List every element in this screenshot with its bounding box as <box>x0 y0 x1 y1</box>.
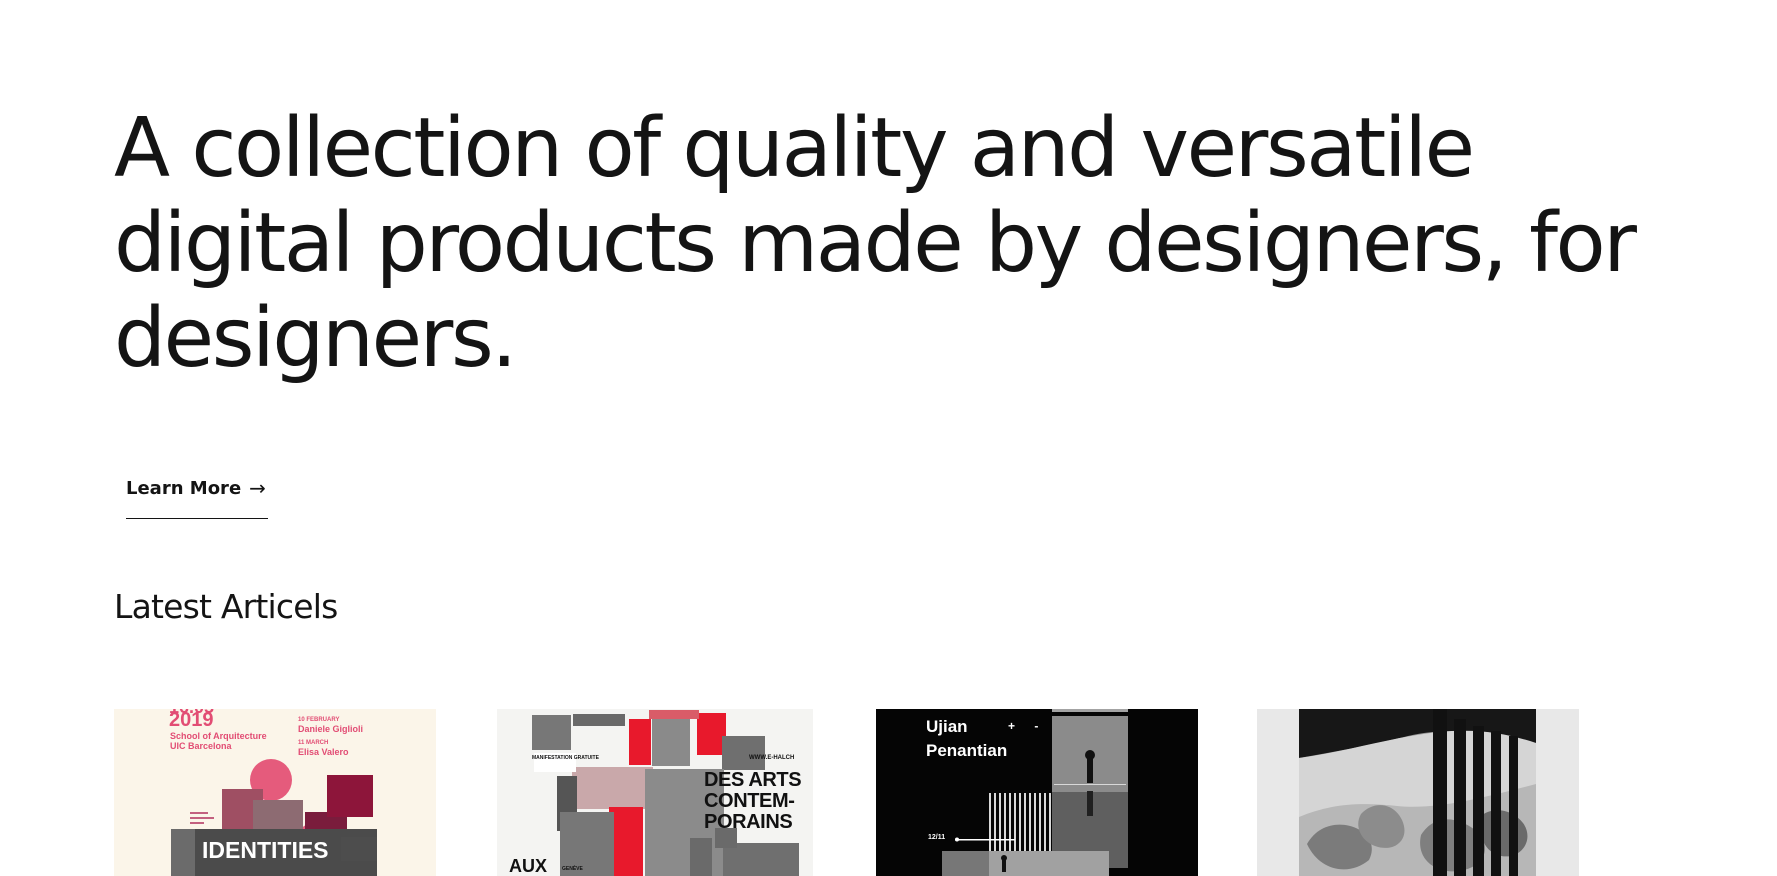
identities-headline: IDENTITIES <box>202 837 329 863</box>
latest-articles-heading: Latest Articels <box>114 587 338 626</box>
des-arts-bottom-left: AUX <box>509 856 548 876</box>
article-card-identities[interactable]: 16.05 2019 School of Arquitecture UIC Ba… <box>114 709 436 876</box>
des-arts-small-right: WWW.E-HALCH <box>749 755 795 761</box>
hero-title: A collection of quality and versatile di… <box>114 101 1637 386</box>
identities-date-1: 10 FEBRUARY <box>298 717 340 723</box>
page: A collection of quality and versatile di… <box>0 0 1777 876</box>
identities-year: 2019 <box>169 709 214 731</box>
arrow-right-icon: → <box>249 476 266 500</box>
lunar-artwork <box>1257 709 1579 876</box>
ujian-artwork <box>876 709 1198 876</box>
article-card-lunar[interactable] <box>1257 709 1579 876</box>
ujian-symbols: + - <box>1008 719 1047 733</box>
identities-person-2: Elisa Valero <box>298 747 349 757</box>
ujian-title-1: Ujian <box>926 717 968 736</box>
des-arts-headline-3: PORAINS <box>704 811 793 833</box>
identities-school-location: UIC Barcelona <box>170 741 232 751</box>
learn-more-label: Learn More <box>126 477 242 499</box>
article-card-des-arts[interactable]: MANIFESTATION GRATUITE WWW.E-HALCH DES A… <box>497 709 813 876</box>
identities-person-1: Daniele Giglioli <box>298 724 364 734</box>
ujian-title-2: Penantian <box>926 741 1008 760</box>
ujian-counter: 12/11 <box>928 834 946 841</box>
des-arts-headline-1: DES ARTS <box>704 769 802 791</box>
des-arts-small-left: MANIFESTATION GRATUITE <box>532 755 599 761</box>
des-arts-bottom-mid: GENÈVE <box>562 866 583 872</box>
article-card-ujian-penantian[interactable]: Ujian Penantian + - 12/11 <box>876 709 1198 876</box>
identities-school: School of Arquitecture <box>170 731 267 741</box>
identities-date-2: 11 MARCH <box>298 740 329 746</box>
learn-more-button[interactable]: Learn More → <box>126 470 268 519</box>
des-arts-headline-2: CONTEM- <box>704 790 795 812</box>
